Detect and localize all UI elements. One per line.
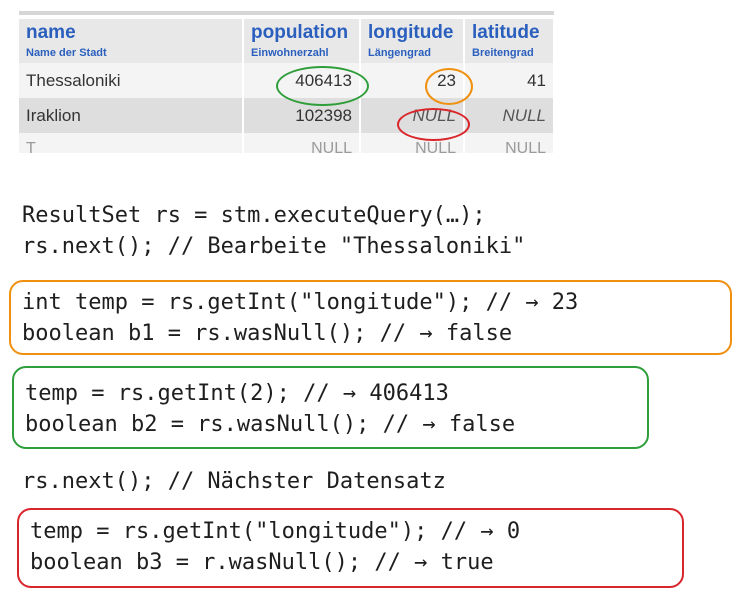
cell-name: Iraklion [19, 98, 244, 133]
cell-name: T [19, 133, 244, 155]
column-subtitle: Breitengrad [472, 47, 534, 59]
code-line: int temp = rs.getInt("longitude"); // → … [22, 290, 579, 315]
column-subtitle: Einwohnerzahl [251, 47, 329, 59]
cell-latitude: 41 [464, 63, 554, 98]
cell-name: Thessaloniki [19, 63, 244, 98]
column-header-name: name Name der Stadt [19, 19, 244, 63]
code-line: boolean b1 = rs.wasNull(); // → false [22, 321, 513, 346]
code-box-green: temp = rs.getInt(2); // → 406413 boolean … [12, 366, 649, 449]
column-title: population [251, 22, 349, 43]
cell-latitude: NULL [464, 133, 554, 155]
code-line: boolean b3 = r.wasNull(); // → true [30, 550, 494, 575]
code-box-orange: int temp = rs.getInt("longitude"); // → … [9, 280, 732, 355]
column-header-population: population Einwohnerzahl [243, 19, 361, 63]
cell-latitude-null: NULL [464, 98, 554, 133]
code-line: boolean b2 = rs.wasNull(); // → false [25, 412, 516, 437]
longitude-highlight-ring [425, 68, 473, 105]
column-subtitle: Name der Stadt [26, 47, 107, 59]
column-title: latitude [472, 22, 540, 43]
code-line: temp = rs.getInt("longitude"); // → 0 [30, 519, 521, 544]
column-title: name [26, 22, 76, 43]
code-next-line: rs.next(); // Nächster Datensatz [22, 466, 446, 497]
code-box-red: temp = rs.getInt("longitude"); // → 0 boo… [17, 508, 684, 588]
code-line: ResultSet rs = stm.executeQuery(…); [22, 203, 486, 228]
table-header-row: name Name der Stadt population Einwohner… [19, 19, 554, 63]
null-highlight-ring [397, 108, 470, 141]
code-block: temp = rs.getInt("longitude"); // → 0 boo… [30, 516, 520, 578]
population-highlight-ring [276, 66, 369, 106]
table-top-border [19, 11, 554, 15]
cell-population: NULL [243, 133, 361, 155]
column-header-longitude: longitude Längengrad [360, 19, 465, 63]
code-block: temp = rs.getInt(2); // → 406413 boolean … [25, 378, 515, 440]
column-subtitle: Längengrad [368, 47, 431, 59]
table-row-partial: T NULL NULL NULL [19, 133, 554, 155]
code-intro: ResultSet rs = stm.executeQuery(…); rs.ne… [22, 200, 525, 262]
column-header-latitude: latitude Breitengrad [464, 19, 554, 63]
column-title: longitude [368, 22, 454, 43]
code-line: temp = rs.getInt(2); // → 406413 [25, 381, 449, 406]
code-line: rs.next(); // Bearbeite "Thessaloniki" [22, 234, 526, 259]
table-row: Iraklion 102398 NULL NULL [19, 98, 554, 133]
code-line: rs.next(); // Nächster Datensatz [22, 469, 446, 494]
code-block: int temp = rs.getInt("longitude"); // → … [22, 287, 578, 349]
